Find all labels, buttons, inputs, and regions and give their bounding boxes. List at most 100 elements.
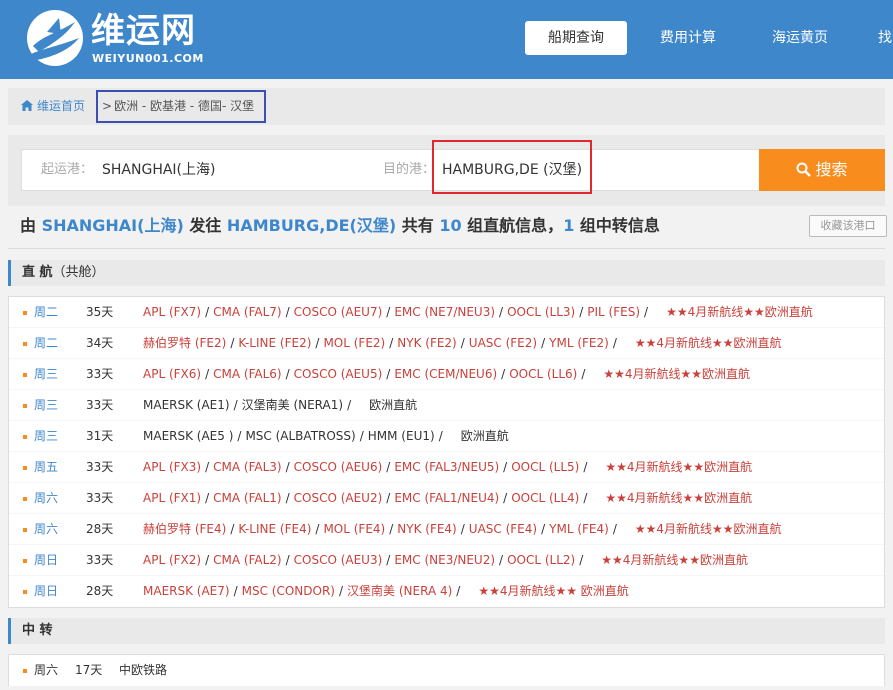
departure-day[interactable]: 周六 [34,483,58,514]
destination-label: 目的港： [383,162,436,177]
carrier-link[interactable]: CMA (FAL6) [213,367,281,381]
carrier-link[interactable]: EMC (CEM/NEU6) [394,367,497,381]
carrier-link[interactable]: K-LINE (FE4) [238,522,311,536]
carrier-link[interactable]: 赫伯罗特 (FE2) [143,336,226,350]
carrier-separator: / [460,522,465,536]
breadcrumb: 维运首页 > 欧洲 - 欧基港 - 德国- 汉堡 [8,88,885,125]
summary-transfer-count: 1 [563,216,575,235]
nav-more[interactable]: 找 [878,21,893,55]
breadcrumb-home[interactable]: 维运首页 [21,88,85,125]
carrier-link[interactable]: APL (FX3) [143,460,201,474]
carrier-link[interactable]: CMA (FAL2) [213,553,281,567]
carrier-link[interactable]: OOCL (LL2) [507,553,575,567]
carrier-separator: / [438,429,443,443]
direct-section-header: 直 航（共舱） [8,260,885,286]
carrier-separator: / [285,460,290,474]
carrier-link[interactable]: HMM (EU1) [368,429,435,443]
carrier-link[interactable]: UASC (FE2) [469,336,537,350]
carrier-link[interactable]: MOL (FE2) [323,336,385,350]
schedule-row: 周日 28天 MAERSK (AE7) / MSC (CONDOR) / 汉堡南美 (NER… [9,576,884,607]
carrier-link[interactable]: EMC (FAL1/NEU4) [394,491,499,505]
carrier-separator: / [285,553,290,567]
carrier-link[interactable]: YML (FE2) [549,336,609,350]
carrier-link[interactable]: MOL (FE4) [323,522,385,536]
carrier-separator: / [205,553,210,567]
carrier-link[interactable]: APL (FX6) [143,367,201,381]
carrier-link[interactable]: OOCL (LL4) [511,491,579,505]
search-icon [796,162,812,177]
carrier-separator: / [285,305,290,319]
carrier-link[interactable]: PIL (FES) [587,305,640,319]
schedule-row: 周二 34天 赫伯罗特 (FE2) / K-LINE (FE2) / MOL (FE2) / N… [9,328,884,359]
carrier-separator: / [583,491,588,505]
carrier-link[interactable]: MAERSK (AE7) [143,584,230,598]
bullet-icon [23,669,27,673]
carrier-link[interactable]: APL (FX2) [143,553,201,567]
logo-wave-icon [27,10,83,66]
departure-day[interactable]: 周二 [34,328,58,359]
search-box: 起运港： SHANGHAI(上海) 目的港： HAMBURG,DE (汉堡) [21,149,761,191]
carrier-link[interactable]: MAERSK (AE5 ) [143,429,233,443]
departure-day[interactable]: 周三 [34,359,58,390]
carrier-link[interactable]: APL (FX7) [143,305,201,319]
departure-day[interactable]: 周二 [34,297,58,328]
carrier-link[interactable]: COSCO (AEU2) [294,491,383,505]
carrier-link[interactable]: CMA (FAL3) [213,460,281,474]
carrier-link[interactable]: MAERSK (AE1) [143,398,230,412]
carrier-link[interactable]: EMC (NE7/NEU3) [394,305,495,319]
carrier-link[interactable]: 汉堡南美 (NERA1) [242,398,343,412]
transit-days: 28天 [86,522,114,536]
carrier-link[interactable]: APL (FX1) [143,491,201,505]
favorite-port-button[interactable]: 收藏该港口 [809,215,887,237]
departure-day[interactable]: 周五 [34,452,58,483]
carrier-separator: / [644,305,649,319]
site-header: 维运网 WEIYUN001.COM 船期查询 费用计算 海运黄页 找 [0,0,893,79]
transfer-departure-day: 周六 [34,663,59,677]
carrier-link[interactable]: OOCL (LL3) [507,305,575,319]
nav-fee-calc[interactable]: 费用计算 [648,21,728,55]
departure-day[interactable]: 周日 [34,576,58,607]
summary-text: 组直航信息， [461,216,564,235]
search-button[interactable]: 搜索 [759,149,885,191]
breadcrumb-home-label: 维运首页 [37,99,86,113]
carrier-link[interactable]: MSC (CONDOR) [242,584,335,598]
carrier-separator: / [359,429,364,443]
bullet-icon [23,404,27,408]
carrier-link[interactable]: CMA (FAL1) [213,491,281,505]
summary-direct-count: 10 [439,216,462,235]
carrier-separator: / [583,460,588,474]
carrier-link[interactable]: CMA (FAL7) [213,305,281,319]
carrier-link[interactable]: COSCO (AEU7) [294,305,383,319]
carrier-link[interactable]: 赫伯罗特 (FE4) [143,522,226,536]
carrier-link[interactable]: YML (FE4) [549,522,609,536]
carrier-link[interactable]: COSCO (AEU3) [294,553,383,567]
carrier-link[interactable]: COSCO (AEU5) [294,367,383,381]
carrier-link[interactable]: NYK (FE2) [397,336,456,350]
route-remark: 欧洲直航 [369,398,418,412]
departure-day[interactable]: 周六 [34,514,58,545]
site-logo[interactable]: 维运网 WEIYUN001.COM [25,8,215,70]
breadcrumb-path-text: 欧洲 - 欧基港 - 德国- 汉堡 [114,99,255,113]
carrier-link[interactable]: MSC (ALBATROSS) [245,429,355,443]
result-summary: 由 SHANGHAI(上海) 发往 HAMBURG,DE(汉堡) 共有 10 组… [20,214,660,238]
carrier-link[interactable]: K-LINE (FE2) [238,336,311,350]
nav-schedule-query[interactable]: 船期查询 [525,21,627,55]
departure-day[interactable]: 周日 [34,545,58,576]
carrier-link[interactable]: EMC (FAL3/NEU5) [394,460,499,474]
origin-input[interactable]: SHANGHAI(上海) [102,150,215,190]
destination-highlight-box [432,140,592,194]
carrier-link[interactable]: 汉堡南美 (NERA 4) [347,584,452,598]
carrier-link[interactable]: OOCL (LL5) [511,460,579,474]
carrier-separator: / [386,491,391,505]
carrier-link[interactable]: EMC (NE3/NEU2) [394,553,495,567]
carrier-separator: / [456,584,461,598]
carrier-link[interactable]: NYK (FE4) [397,522,456,536]
nav-shipping-directory[interactable]: 海运黄页 [760,21,840,55]
departure-day[interactable]: 周三 [34,421,58,452]
carrier-link[interactable]: COSCO (AEU6) [294,460,383,474]
departure-day[interactable]: 周三 [34,390,58,421]
carrier-link[interactable]: UASC (FE4) [469,522,537,536]
carrier-link[interactable]: OOCL (LL6) [509,367,577,381]
bullet-icon [23,342,27,346]
route-remark: ★★4月新航线★★欧洲直航 [634,522,782,536]
